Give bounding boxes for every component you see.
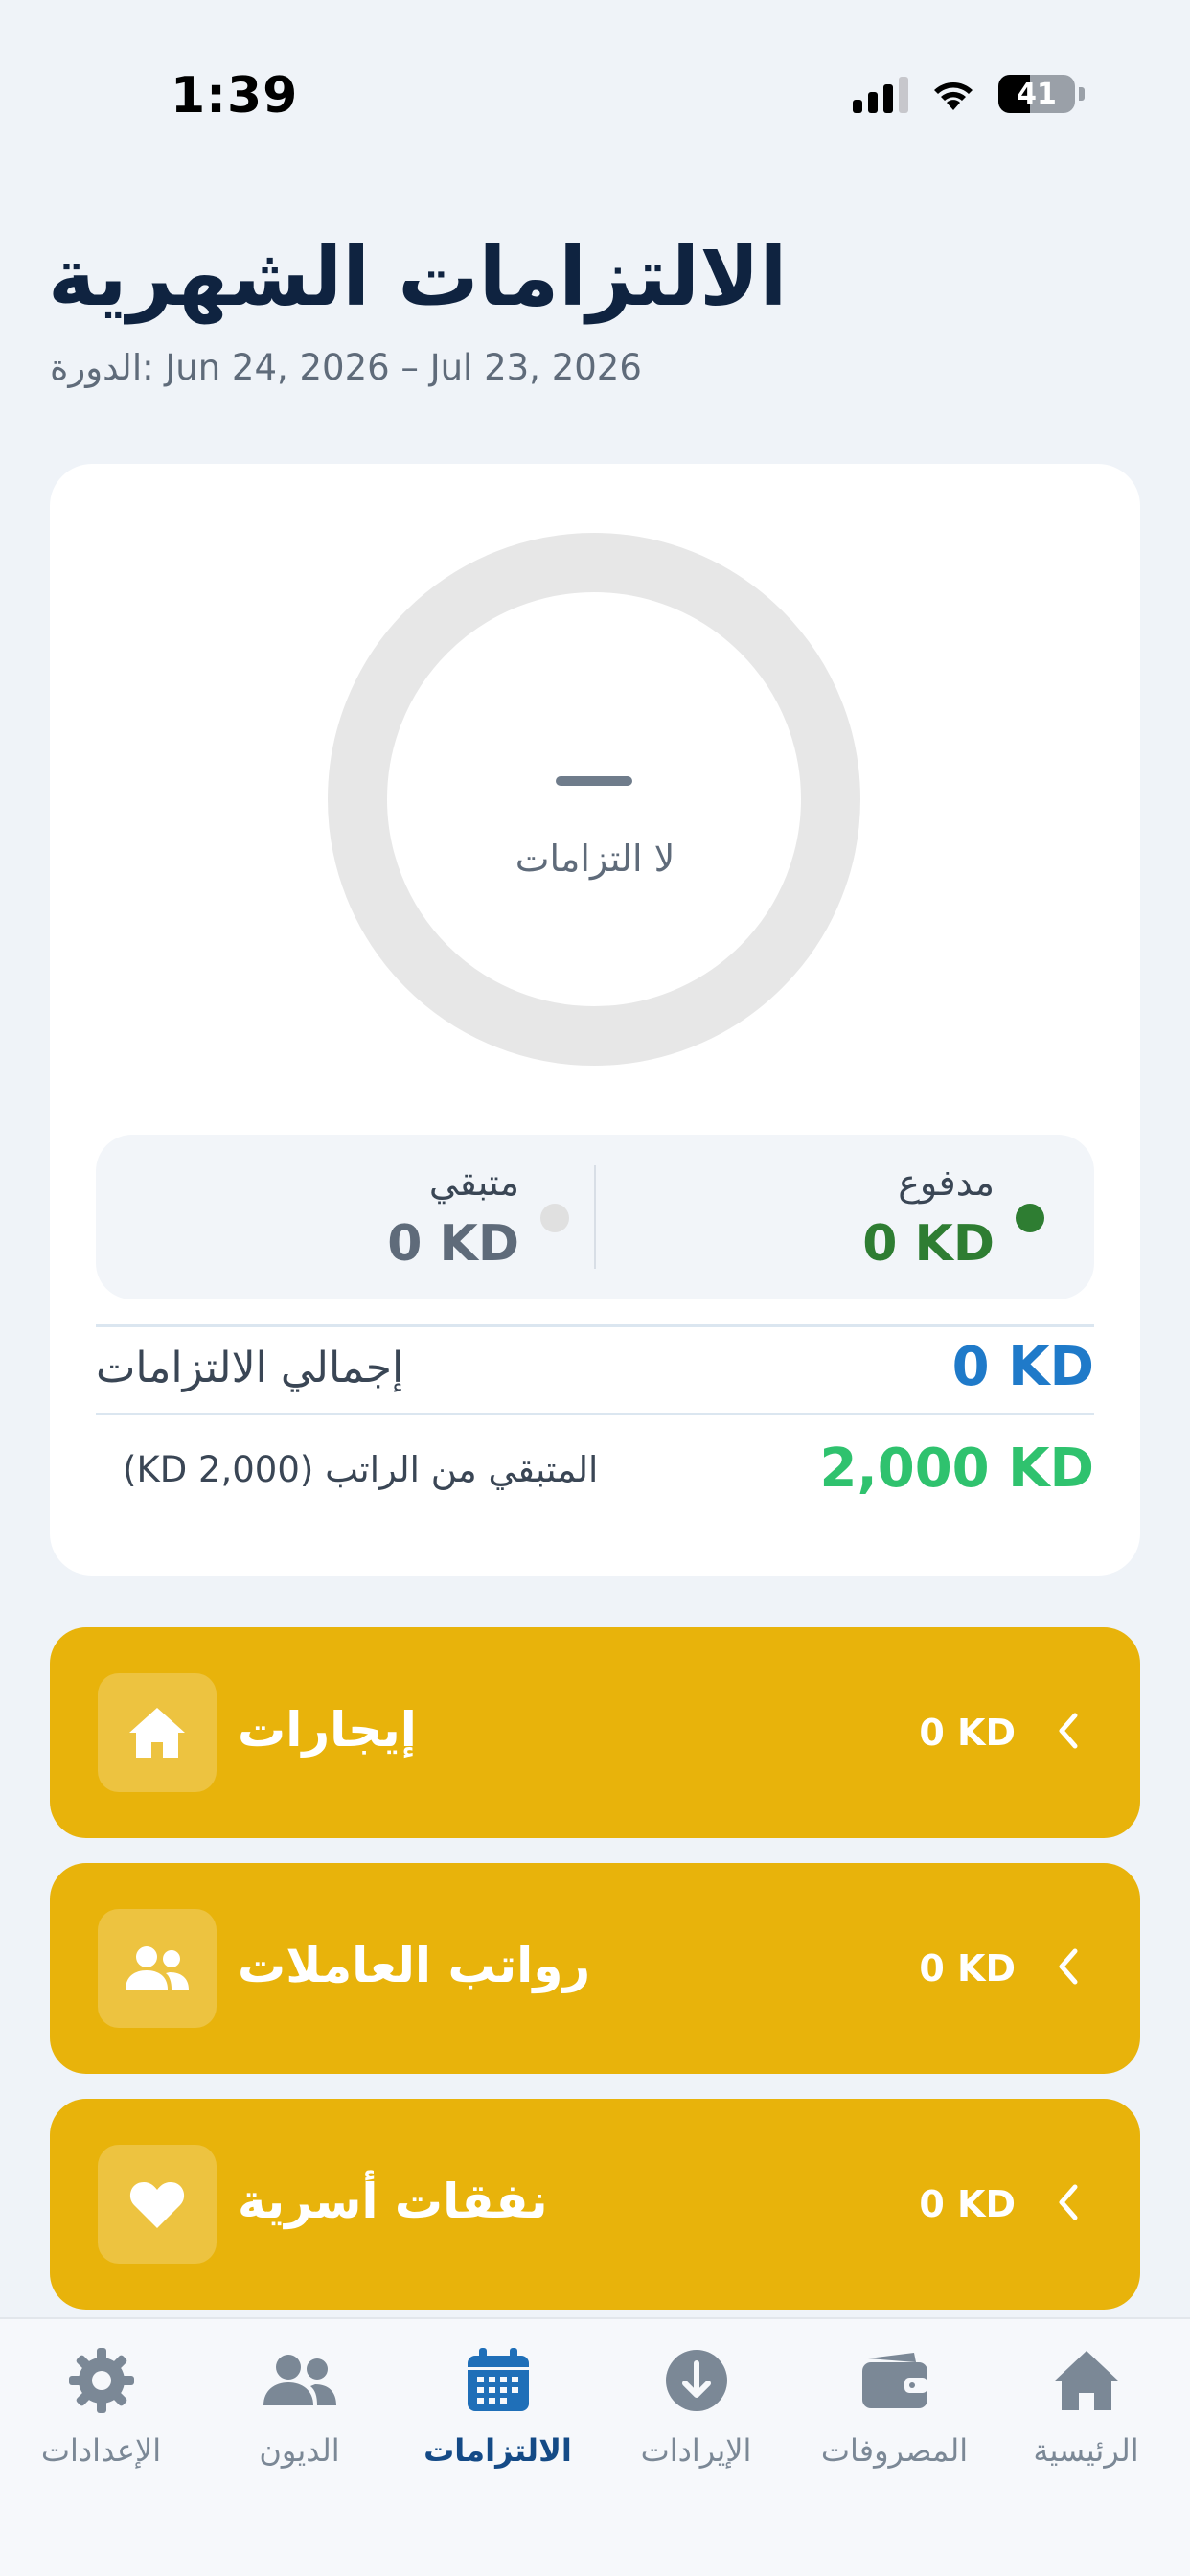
tab-label: الإيرادات: [640, 2432, 752, 2469]
chevron-left-icon: [1059, 2184, 1078, 2220]
divider: [96, 1324, 1094, 1327]
tab-home[interactable]: الرئيسية: [987, 2342, 1185, 2469]
paid-value: 0 KD: [862, 1215, 995, 1273]
donut-placeholder-dash: [556, 776, 632, 786]
category-icon-box: [98, 1673, 217, 1792]
heart-icon: [129, 2182, 185, 2228]
remaining-label: متبقي: [428, 1162, 519, 1204]
tab-label: الرئيسية: [1033, 2432, 1139, 2469]
screen: 1:39 41 الالتزامات الشهرية الدورة: Jun 2…: [0, 0, 1190, 2576]
category-title: نفقات أسرية: [238, 2174, 548, 2229]
tab-label: الالتزامات: [423, 2432, 572, 2469]
status-time: 1:39: [171, 67, 299, 125]
tab-commitments[interactable]: الالتزامات: [399, 2342, 597, 2469]
people-icon: [263, 2355, 336, 2405]
total-label: إجمالي الالتزامات: [96, 1344, 404, 1392]
gear-icon: [68, 2348, 134, 2413]
signal-icon: [853, 75, 908, 113]
status-icons: 41: [853, 75, 1085, 113]
donut-chart: [328, 533, 860, 1066]
people-icon: [126, 1946, 189, 1990]
divider: [96, 1413, 1094, 1415]
donut-empty-label: لا التزامات: [515, 838, 675, 880]
wallet-icon: [861, 2353, 927, 2408]
chevron-left-icon: [1059, 1948, 1078, 1985]
download-icon: [665, 2350, 727, 2411]
wifi-icon: [934, 82, 973, 110]
category-row-family-expenses[interactable]: 0 KD نفقات أسرية: [50, 2099, 1140, 2310]
paid-dot: [1016, 1204, 1044, 1232]
category-icon-box: [98, 1909, 217, 2028]
category-title: إيجارات: [238, 1702, 417, 1758]
battery-level: 41: [1017, 77, 1057, 111]
salary-remaining-value: 2,000 KD: [819, 1438, 1094, 1500]
total-value: 0 KD: [951, 1336, 1094, 1398]
tab-label: المصروفات: [820, 2432, 969, 2469]
tab-bar: الإعدادات الديون الالتزامات الإيرادات ال…: [0, 2317, 1190, 2576]
home-icon: [129, 1708, 185, 1758]
category-icon-box: [98, 2145, 217, 2264]
summary-card: لا التزامات مدفوع 0 KD متبقي 0 KD 0 KD إ…: [50, 464, 1140, 1576]
paid-label: مدفوع: [898, 1162, 995, 1204]
tab-settings[interactable]: الإعدادات: [2, 2342, 200, 2469]
panel-divider: [594, 1165, 596, 1269]
category-amount: 0 KD: [919, 2183, 1016, 2225]
chevron-left-icon: [1059, 1713, 1078, 1749]
battery-icon: 41: [998, 75, 1075, 113]
category-amount: 0 KD: [919, 1712, 1016, 1754]
category-amount: 0 KD: [919, 1947, 1016, 1990]
home-icon: [1053, 2351, 1119, 2410]
cycle-range: الدورة: Jun 24, 2026 – Jul 23, 2026: [50, 347, 642, 388]
category-title: رواتب العاملات: [238, 1938, 591, 1993]
category-row-rent[interactable]: 0 KD إيجارات: [50, 1627, 1140, 1838]
paid-remaining-panel: مدفوع 0 KD متبقي 0 KD: [96, 1135, 1094, 1300]
salary-remaining-label: المتبقي من الراتب (KD 2,000): [123, 1449, 599, 1490]
calendar-icon: [467, 2348, 529, 2411]
tab-label: الإعدادات: [40, 2432, 162, 2469]
remaining-dot: [540, 1204, 569, 1232]
remaining-value: 0 KD: [387, 1215, 519, 1273]
tab-expenses[interactable]: المصروفات: [795, 2342, 994, 2469]
category-row-domestic-workers[interactable]: 0 KD رواتب العاملات: [50, 1863, 1140, 2074]
page-title: الالتزامات الشهرية: [48, 230, 788, 324]
tab-label: الديون: [259, 2432, 340, 2469]
tab-debts[interactable]: الديون: [200, 2342, 399, 2469]
tab-income[interactable]: الإيرادات: [597, 2342, 795, 2469]
